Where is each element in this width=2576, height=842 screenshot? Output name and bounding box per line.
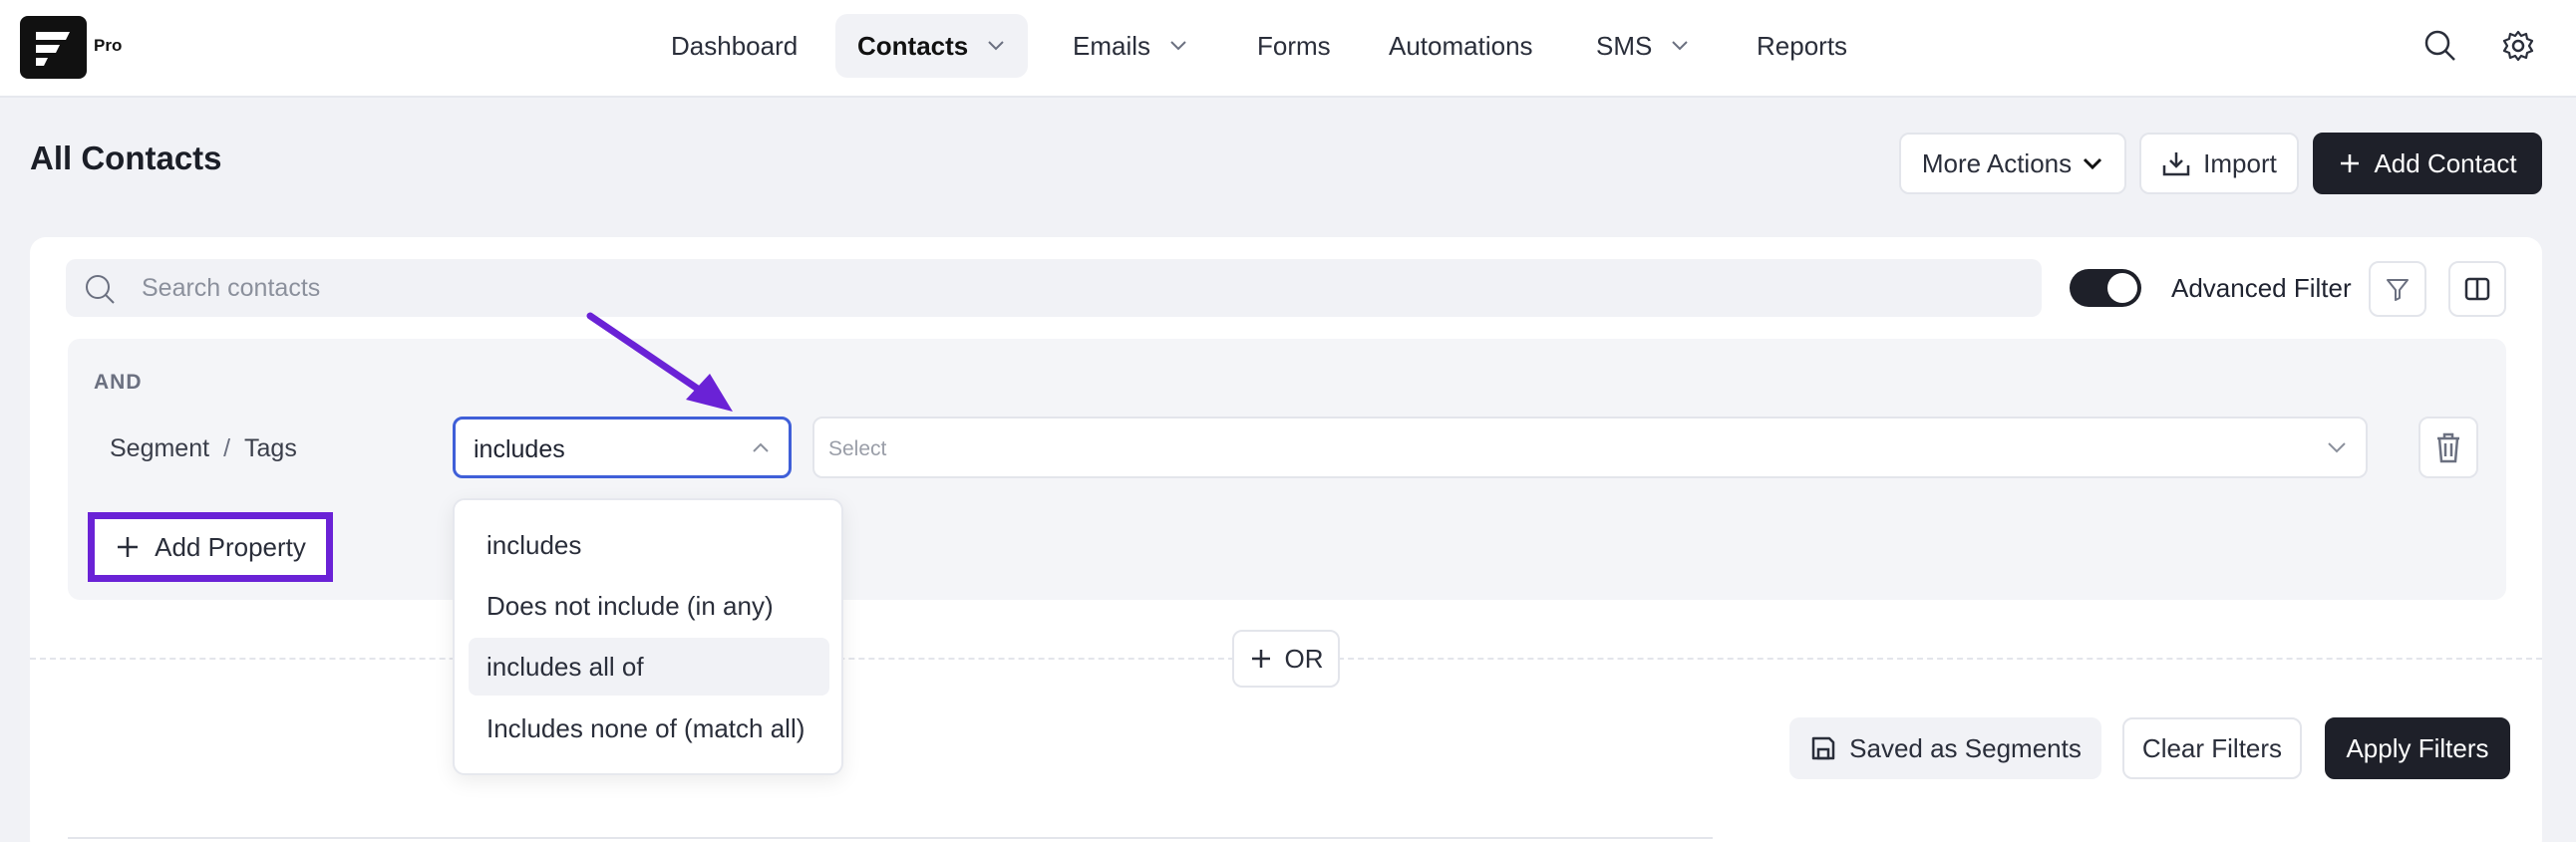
apply-filters-button[interactable]: Apply Filters <box>2325 717 2510 779</box>
option-label: includes <box>486 529 582 560</box>
plus-icon <box>118 537 139 557</box>
and-group-label: AND <box>94 371 143 394</box>
segment-label: Segment <box>110 434 210 462</box>
top-navigation: Pro Dashboard Contacts Emails Forms Auto… <box>0 0 2576 98</box>
advanced-filter-label: Advanced Filter <box>2171 273 2352 303</box>
pro-badge: Pro <box>94 36 123 55</box>
nav-label: SMS <box>1596 30 1653 61</box>
columns-button[interactable] <box>2448 261 2506 317</box>
chevron-down-icon <box>1170 41 1186 51</box>
nav-label: Reports <box>1757 30 1848 61</box>
toggle-knob <box>2107 273 2137 303</box>
option-label: includes all of <box>486 651 644 682</box>
page-title: All Contacts <box>30 140 222 176</box>
annotation-arrow-icon <box>586 312 733 412</box>
nav-sms[interactable]: SMS <box>1574 14 1712 78</box>
import-button[interactable]: Import <box>2139 133 2299 194</box>
chevron-down-icon <box>2084 157 2102 170</box>
option-includes[interactable]: includes <box>469 516 829 574</box>
save-icon <box>1811 736 1835 760</box>
nav-forms[interactable]: Forms <box>1235 14 1353 78</box>
nav-automations[interactable]: Automations <box>1367 14 1555 78</box>
operator-select[interactable]: includes <box>453 417 792 478</box>
nav-label: Contacts <box>857 30 969 61</box>
trash-icon <box>2437 432 2459 463</box>
nav-label: Forms <box>1257 30 1331 61</box>
remove-filter-button[interactable] <box>2418 417 2478 478</box>
filter-button[interactable] <box>2369 261 2426 317</box>
search-icon <box>86 275 115 304</box>
gear-icon[interactable] <box>2500 28 2536 64</box>
more-actions-button[interactable]: More Actions <box>1899 133 2126 194</box>
plus-icon <box>2341 154 2360 172</box>
chevron-up-icon <box>753 442 769 452</box>
saved-label: Saved as Segments <box>1849 732 2082 763</box>
nav-label: Automations <box>1389 30 1533 61</box>
search-bar[interactable] <box>66 259 2042 317</box>
more-actions-label: More Actions <box>1921 147 2073 178</box>
value-select[interactable]: Select <box>812 417 2368 478</box>
apply-label: Apply Filters <box>2346 732 2489 763</box>
tags-label: Tags <box>244 434 297 462</box>
app-logo[interactable] <box>20 16 87 79</box>
add-contact-label: Add Contact <box>2374 147 2517 178</box>
nav-dashboard[interactable]: Dashboard <box>649 14 819 78</box>
search-icon[interactable] <box>2422 28 2458 64</box>
filter-icon <box>2387 279 2409 301</box>
nav-label: Emails <box>1073 30 1151 61</box>
add-or-group-button[interactable]: OR <box>1232 630 1340 688</box>
chevron-down-icon <box>988 41 1004 51</box>
operator-dropdown-menu: includes Does not include (in any) inclu… <box>453 498 843 775</box>
import-label: Import <box>2203 147 2277 178</box>
option-label: Does not include (in any) <box>486 590 774 621</box>
value-placeholder: Select <box>828 437 887 460</box>
property-separator: / <box>223 434 231 462</box>
table-top-edge <box>68 837 1713 839</box>
nav-emails[interactable]: Emails <box>1051 14 1210 78</box>
option-label: Includes none of (match all) <box>486 712 805 743</box>
or-label: OR <box>1284 643 1324 674</box>
nav-reports[interactable]: Reports <box>1735 14 1869 78</box>
chevron-down-icon <box>2328 442 2346 453</box>
clear-filters-button[interactable]: Clear Filters <box>2122 717 2302 779</box>
chevron-down-icon <box>1672 41 1689 51</box>
plus-icon <box>1251 650 1270 668</box>
operator-value: includes <box>474 435 565 463</box>
clear-label: Clear Filters <box>2141 732 2283 763</box>
search-input[interactable] <box>142 259 2016 317</box>
option-includes-none-of[interactable]: Includes none of (match all) <box>469 700 829 757</box>
download-icon <box>2162 152 2190 176</box>
add-contact-button[interactable]: Add Contact <box>2313 133 2542 194</box>
nav-label: Dashboard <box>671 30 799 61</box>
advanced-filter-toggle[interactable] <box>2070 269 2141 307</box>
nav-contacts[interactable]: Contacts <box>835 14 1029 78</box>
option-does-not-include[interactable]: Does not include (in any) <box>469 577 829 635</box>
filter-property-label: Segment / Tags <box>110 434 297 463</box>
columns-icon <box>2464 277 2490 301</box>
add-property-label: Add Property <box>155 531 306 562</box>
option-includes-all-of[interactable]: includes all of <box>469 638 829 696</box>
add-property-button[interactable]: Add Property <box>88 512 333 582</box>
saved-as-segments-button[interactable]: Saved as Segments <box>1789 717 2101 779</box>
